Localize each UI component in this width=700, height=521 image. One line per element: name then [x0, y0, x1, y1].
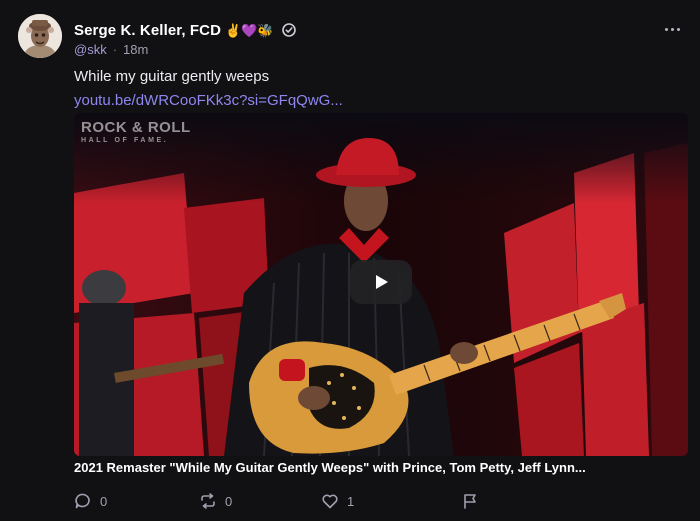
play-icon [376, 275, 388, 289]
post-timestamp[interactable]: 18m [123, 42, 148, 57]
post-card: Serge K. Keller, FCD ✌️💜🐝 @skk · 18m Whi… [0, 0, 700, 521]
heart-icon [322, 494, 338, 509]
post-text: While my guitar gently weeps [74, 68, 270, 85]
reply-button[interactable]: 0 [74, 492, 199, 510]
like-count: 1 [347, 493, 355, 509]
watermark-bottom-text: HALL OF FAME. [81, 137, 169, 144]
meta-row: @skk · 18m [74, 42, 670, 57]
meta-separator: · [112, 42, 118, 57]
repost-count: 0 [225, 493, 233, 509]
author-name-emojis: ✌️💜🐝 [225, 22, 274, 38]
report-button[interactable] [461, 492, 479, 510]
like-button[interactable]: 1 [321, 492, 461, 510]
repost-button[interactable]: 0 [199, 492, 321, 510]
play-button[interactable] [350, 260, 412, 304]
name-row: Serge K. Keller, FCD ✌️💜🐝 [74, 20, 670, 40]
watermark-top-text: ROCK & ROLL [81, 119, 191, 136]
video-embed[interactable]: ROCK & ROLL HALL OF FAME. [74, 113, 688, 456]
avatar[interactable] [18, 14, 62, 58]
avatar-illustration [18, 14, 62, 58]
comment-icon [75, 493, 90, 509]
author-display-name[interactable]: Serge K. Keller, FCD [74, 22, 221, 39]
author-handle[interactable]: @skk [74, 42, 107, 57]
rock-and-roll-hall-of-fame-watermark: ROCK & ROLL HALL OF FAME. [81, 120, 191, 146]
more-horizontal-icon[interactable] [662, 22, 682, 36]
video-title[interactable]: 2021 Remaster "While My Guitar Gently We… [74, 460, 688, 475]
post-header: Serge K. Keller, FCD ✌️💜🐝 @skk · 18m [74, 20, 670, 57]
flag-icon [464, 494, 476, 509]
post-link[interactable]: youtu.be/dWRCooFKk3c?si=GFqQwG... [74, 92, 343, 109]
reply-count: 0 [100, 493, 108, 509]
repost-icon [201, 493, 215, 509]
post-actions: 0 0 1 [74, 490, 670, 512]
verified-check-icon [281, 23, 296, 37]
